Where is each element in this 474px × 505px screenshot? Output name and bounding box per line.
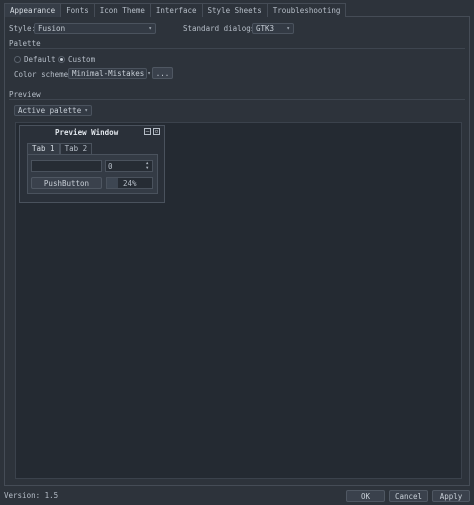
ok-button[interactable]: OK bbox=[346, 490, 385, 502]
spin-down-icon[interactable]: ▼ bbox=[146, 166, 148, 170]
tab-style-sheets[interactable]: Style Sheets bbox=[201, 3, 268, 17]
radio-custom[interactable]: Custom bbox=[58, 55, 95, 64]
tab-icon-theme[interactable]: Icon Theme bbox=[93, 3, 151, 17]
preview-spinbox-value: 0 bbox=[108, 161, 113, 171]
preview-palette-value: Active palette bbox=[18, 105, 82, 115]
preview-separator bbox=[9, 99, 465, 100]
chevron-down-icon: ▾ bbox=[147, 69, 151, 77]
apply-button[interactable]: Apply bbox=[432, 490, 470, 502]
chevron-down-icon: ▾ bbox=[148, 24, 152, 32]
preview-tabbar: Tab 1 Tab 2 bbox=[27, 143, 93, 154]
preview-tab-2[interactable]: Tab 2 bbox=[59, 143, 93, 154]
tab-interface[interactable]: Interface bbox=[149, 3, 203, 17]
tab-appearance[interactable]: Appearance bbox=[4, 3, 62, 17]
chevron-down-icon: ▾ bbox=[286, 24, 290, 32]
preview-line-edit[interactable] bbox=[31, 160, 102, 172]
palette-separator bbox=[9, 48, 465, 49]
tab-bar: Appearance Fonts Icon Theme Interface St… bbox=[4, 3, 347, 17]
radio-default[interactable]: Default bbox=[14, 55, 56, 64]
style-value: Fusion bbox=[38, 23, 66, 33]
radio-default-label: Default bbox=[24, 55, 56, 64]
preview-progress-text: 24% bbox=[123, 179, 137, 188]
chevron-down-icon: ▾ bbox=[84, 106, 88, 114]
color-scheme-more-button[interactable]: ... bbox=[152, 67, 173, 79]
maximize-icon[interactable]: ▫ bbox=[153, 128, 160, 135]
cancel-button[interactable]: Cancel bbox=[389, 490, 428, 502]
color-scheme-label: Color scheme: bbox=[14, 70, 73, 79]
color-scheme-combo[interactable]: Minimal-Mistakes ▾ bbox=[68, 68, 151, 79]
style-combo[interactable]: Fusion ▾ bbox=[34, 23, 156, 34]
tab-troubleshooting[interactable]: Troubleshooting bbox=[266, 3, 347, 17]
color-scheme-value: Minimal-Mistakes bbox=[72, 68, 145, 78]
radio-custom-indicator[interactable] bbox=[58, 56, 65, 63]
preview-push-button[interactable]: PushButton bbox=[31, 177, 102, 189]
radio-default-indicator[interactable] bbox=[14, 56, 21, 63]
preview-palette-combo[interactable]: Active palette ▾ bbox=[14, 105, 92, 116]
preview-progress-bar: 24% bbox=[106, 177, 153, 189]
version-label: Version: 1.5 bbox=[4, 491, 59, 500]
dialogs-label: Standard dialogs: bbox=[183, 24, 260, 33]
preview-window-title: Preview Window bbox=[55, 128, 119, 137]
minimize-icon[interactable]: – bbox=[144, 128, 151, 135]
preview-progress-fill bbox=[107, 178, 118, 188]
preview-tab-1[interactable]: Tab 1 bbox=[27, 143, 60, 154]
tab-fonts[interactable]: Fonts bbox=[60, 3, 95, 17]
radio-custom-label: Custom bbox=[68, 55, 96, 64]
preview-title: Preview bbox=[9, 90, 41, 99]
dialogs-value: GTK3 bbox=[256, 23, 275, 33]
style-label: Style: bbox=[9, 24, 37, 33]
dialogs-combo[interactable]: GTK3 ▾ bbox=[252, 23, 294, 34]
palette-title: Palette bbox=[9, 39, 41, 48]
